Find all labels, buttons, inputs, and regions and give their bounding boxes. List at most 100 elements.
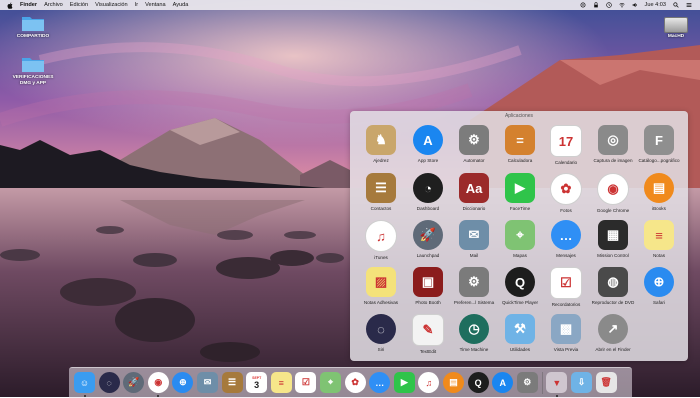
app-itunes[interactable]: ♫ iTunes: [356, 220, 406, 260]
app-notes[interactable]: ≡ Notas: [634, 220, 684, 258]
dock-mail-stamp-icon[interactable]: ✉: [197, 372, 218, 393]
dock-app-store-icon[interactable]: A: [492, 372, 514, 393]
app-label: Launchpad: [416, 253, 440, 258]
app-dvd-player[interactable]: ◍ Reproductor de DVD: [588, 267, 638, 305]
app-launchpad[interactable]: 🚀 Launchpad: [403, 220, 453, 258]
app-label: Diccionario: [462, 206, 486, 211]
menu-archivo[interactable]: Archivo: [44, 2, 63, 8]
app-label: iTunes: [374, 255, 388, 260]
app-automator[interactable]: ⚙ Automator: [449, 125, 499, 163]
app-photo-booth[interactable]: ▣ Photo Booth: [403, 267, 453, 305]
desktop-drive-machd[interactable]: MacHD: [662, 17, 690, 39]
dock-finder-icon[interactable]: ☺: [74, 372, 95, 393]
app-mail[interactable]: ✉ Mail: [449, 220, 499, 258]
dock-siri-icon[interactable]: ◌: [98, 372, 120, 393]
dock-calendar-icon[interactable]: SEPT 3: [246, 372, 268, 393]
app-siri[interactable]: ◌ Siri: [356, 314, 406, 352]
lock-icon[interactable]: [593, 1, 599, 8]
menu-edicion[interactable]: Edición: [70, 2, 88, 8]
app-safari[interactable]: ⊕ Safari: [634, 267, 684, 305]
dock-notes-icon[interactable]: ≡: [270, 372, 292, 393]
siri-icon: ◌: [366, 314, 396, 344]
dock-quicktime-icon[interactable]: Q: [467, 372, 489, 393]
app-chess[interactable]: ♞ Ajedrez: [356, 125, 406, 163]
calendar-icon: 17: [550, 125, 582, 157]
desktop-folder-verificaciones[interactable]: VERIFICACIONES DMG y APP: [3, 55, 63, 87]
messages-icon: …: [551, 220, 581, 250]
app-open-in-finder[interactable]: ↗ Abrir en el Finder: [588, 314, 638, 352]
app-mission-control[interactable]: ▦ Mission Control: [588, 220, 638, 258]
dock-messages-icon[interactable]: …: [369, 372, 391, 393]
apple-menu-icon[interactable]: [7, 2, 13, 9]
maps-icon: ⌖: [505, 220, 535, 250]
stack-title: Aplicaciones: [504, 113, 534, 119]
app-quicktime[interactable]: Q QuickTime Player: [495, 267, 545, 305]
app-reminders[interactable]: ☑ Recordatorios: [541, 267, 591, 307]
volume-icon[interactable]: [632, 2, 638, 8]
app-image-capture[interactable]: ◎ Captura de imagen: [588, 125, 638, 163]
app-maps[interactable]: ⌖ Mapas: [495, 220, 545, 258]
app-ibooks[interactable]: ▤ iBooks: [634, 173, 684, 211]
app-textedit[interactable]: ✎ TextEdit: [403, 314, 453, 354]
dock-chrome-icon[interactable]: ◉: [147, 372, 169, 393]
dock-trash-icon[interactable]: 🗑: [595, 372, 617, 393]
wifi-icon[interactable]: [618, 2, 625, 8]
dock-system-preferences-icon[interactable]: ⚙: [516, 372, 538, 393]
notification-center-icon[interactable]: [686, 2, 692, 8]
app-label: Photo Booth: [415, 300, 441, 305]
dock-applications-stack-icon[interactable]: ▼: [546, 372, 568, 393]
app-chrome[interactable]: ◉ Google Chrome: [588, 173, 638, 213]
app-label: App Store: [417, 158, 439, 163]
desktop-folder-label: COMPARTIDO: [16, 34, 50, 39]
dashboard-icon: ◔: [413, 173, 443, 203]
dock-ibooks-icon[interactable]: ▤: [443, 372, 464, 393]
time-machine-icon: ◷: [459, 314, 489, 344]
menu-app-name[interactable]: Finder: [20, 2, 37, 8]
photo-booth-icon: ▣: [413, 267, 443, 297]
app-app-store[interactable]: A App Store: [403, 125, 453, 163]
app-photos[interactable]: ✿ Fotos: [541, 173, 591, 213]
app-font-book[interactable]: F Catálogo...pográfico: [634, 125, 684, 163]
dock-safari-icon[interactable]: ⊕: [172, 372, 194, 393]
dock-itunes-icon[interactable]: ♫: [418, 372, 440, 393]
app-label: Fotos: [560, 208, 572, 213]
menu-ir[interactable]: Ir: [135, 2, 138, 8]
app-facetime[interactable]: ▶ FaceTime: [495, 173, 545, 211]
app-label: iBooks: [652, 206, 666, 211]
folder-icon: [22, 17, 44, 31]
app-preview[interactable]: ▩ Vista Previa: [541, 314, 591, 352]
spotlight-search-icon[interactable]: [673, 1, 679, 8]
screen-mirroring-icon[interactable]: [580, 2, 586, 8]
app-calendar[interactable]: 17 Calendario: [541, 125, 591, 165]
dock-downloads-folder-icon[interactable]: ⇩: [571, 372, 592, 393]
app-contacts[interactable]: ☰ Contactos: [356, 173, 406, 211]
app-label: Mensajes: [556, 253, 576, 258]
dock-facetime-icon[interactable]: ▶: [393, 372, 415, 393]
app-time-machine[interactable]: ◷ Time Machine: [449, 314, 499, 352]
app-label: Calculadora: [507, 158, 533, 163]
app-stickies[interactable]: ▨ Notas Adhesivas: [356, 267, 406, 305]
app-messages[interactable]: … Mensajes: [541, 220, 591, 258]
dock-launchpad-icon[interactable]: 🚀: [123, 372, 145, 393]
chrome-icon: ◉: [597, 173, 629, 205]
app-dashboard[interactable]: ◔ Dashboard: [403, 173, 453, 211]
dvd-player-icon: ◍: [598, 267, 628, 297]
dock-photos-icon[interactable]: ✿: [344, 372, 366, 393]
menu-ayuda[interactable]: Ayuda: [173, 2, 189, 8]
dock-reminders-icon[interactable]: ☑: [295, 372, 317, 393]
dock-contacts-icon[interactable]: ☰: [221, 372, 243, 393]
reminders-icon: ☑: [550, 267, 582, 299]
menubar-clock[interactable]: Jue 4:03: [645, 2, 666, 8]
desktop-folder-compartido[interactable]: COMPARTIDO: [3, 14, 63, 40]
app-utilities-folder[interactable]: ⚒ Utilidades: [495, 314, 545, 352]
time-machine-status-icon[interactable]: [605, 1, 612, 8]
menu-visualizacion[interactable]: Visualización: [95, 2, 128, 8]
app-system-preferences[interactable]: ⚙ Preferen...l Sistema: [449, 267, 499, 305]
app-dictionary[interactable]: Aa Diccionario: [449, 173, 499, 211]
automator-icon: ⚙: [459, 125, 489, 155]
facetime-icon: ▶: [505, 173, 535, 203]
app-calculator[interactable]: = Calculadora: [495, 125, 545, 163]
dock-maps-icon[interactable]: ⌖: [320, 372, 341, 393]
menu-ventana[interactable]: Ventana: [145, 2, 166, 8]
drive-label: MacHD: [667, 34, 685, 39]
